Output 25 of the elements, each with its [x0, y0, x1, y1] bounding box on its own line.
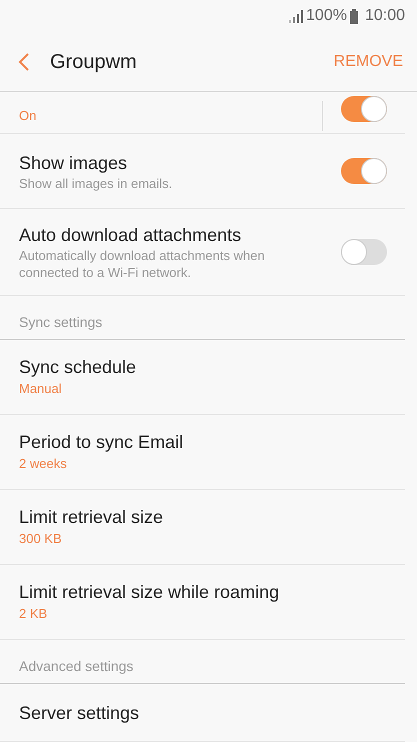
setting-description: Automatically download attachments when connected to a Wi-Fi network.: [19, 247, 266, 281]
toggle-switch[interactable]: [341, 158, 387, 184]
setting-title[interactable]: Limit retrieval size: [19, 505, 387, 529]
section-header: Sync settings: [0, 296, 405, 340]
battery-icon: [350, 8, 358, 24]
setting-value: 2 weeks: [19, 455, 68, 473]
setting-value: On: [19, 106, 38, 124]
battery-percent: 100%: [306, 6, 347, 26]
setting-title[interactable]: Server settings: [19, 700, 387, 724]
setting-title[interactable]: Sync schedule: [19, 355, 387, 379]
setting-value: 2 KB: [19, 605, 48, 623]
setting-title[interactable]: Auto download attachments: [19, 223, 311, 247]
setting-title[interactable]: Period to sync Email: [19, 430, 387, 454]
toggle-switch[interactable]: [341, 239, 387, 265]
screen-title: Groupwm: [50, 50, 138, 74]
back-button[interactable]: [18, 52, 30, 72]
setting-value: 300 KB: [19, 530, 63, 548]
section-header: Advanced settings: [0, 640, 405, 684]
setting-value: Manual: [19, 380, 63, 398]
signal-icon: [289, 10, 304, 22]
setting-title[interactable]: Limit retrieval size while roaming: [19, 580, 387, 604]
setting-description: Show all images in emails.: [19, 174, 174, 192]
clock: 10:00: [364, 6, 405, 26]
toggle-switch[interactable]: [341, 96, 387, 122]
setting-title[interactable]: Show images: [19, 150, 311, 174]
